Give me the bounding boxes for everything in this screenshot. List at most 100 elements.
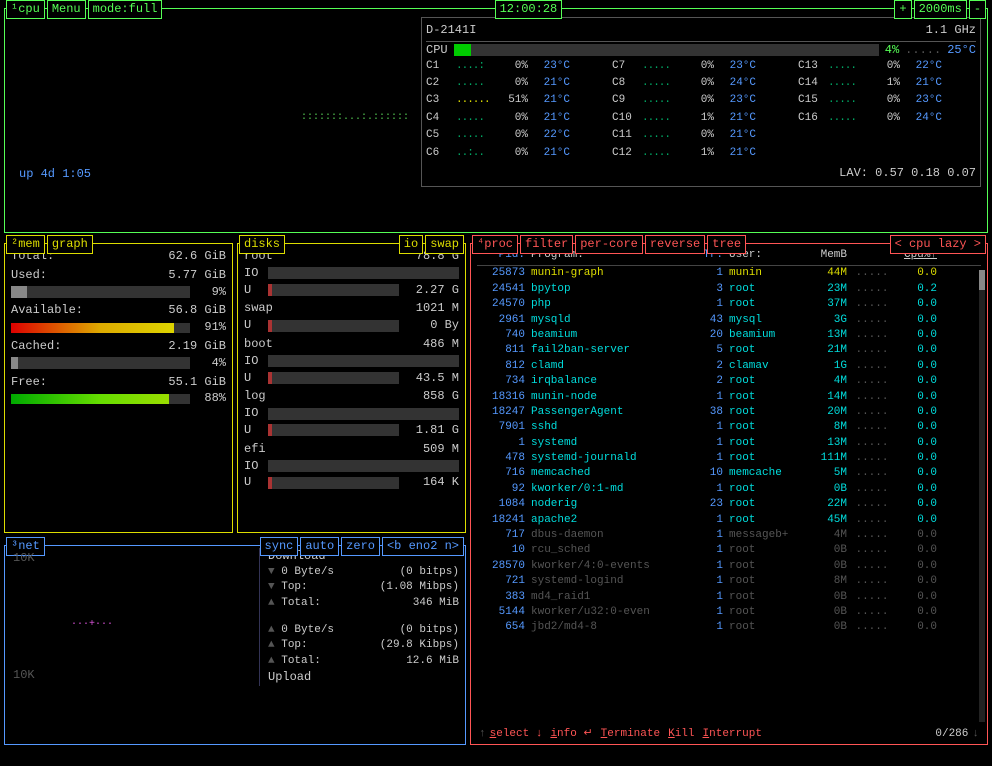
uptime: up 4d 1:05 [19,166,91,183]
process-row[interactable]: 7901sshd1root8M.....0.0 [477,420,981,435]
process-row[interactable]: 654jbd2/md4-81root0B.....0.0 [477,620,981,635]
core-row: C3......51%21°C [426,93,604,108]
process-row[interactable]: 18316munin-node1root14M.....0.0 [477,390,981,405]
interrupt-btn[interactable]: Interrupt [699,727,766,742]
net-iface[interactable]: <b eno2 n> [382,537,464,556]
proc-scrollbar[interactable] [979,270,985,722]
core-row: C2.....0%21°C [426,76,604,91]
interval-plus[interactable]: + [894,0,911,19]
core-row: C6..:..0%21°C [426,146,604,161]
core-row: C14.....1%21°C [798,76,976,91]
process-row[interactable]: 24541bpytop3root23M.....0.2 [477,282,981,297]
reverse-btn[interactable]: reverse [645,235,705,254]
mem-avail-label: Available: [11,302,83,319]
disk-row: swap1021 M [244,300,459,317]
core-row: C13.....0%22°C [798,59,976,74]
io-btn[interactable]: io [399,235,423,254]
process-row[interactable]: 740beamium20beamium13M.....0.0 [477,328,981,343]
net-sparkline: ···+··· [71,618,113,632]
mem-tab[interactable]: ²mem [6,235,45,254]
disk-row: boot486 M [244,336,459,353]
tree-btn[interactable]: tree [707,235,746,254]
process-row[interactable]: 92kworker/0:1-md1root0B.....0.0 [477,482,981,497]
mem-avail-val: 56.8 GiB [168,302,226,319]
process-row[interactable]: 5144kworker/u32:0-even1root0B.....0.0 [477,605,981,620]
disk-row: U0 By [244,317,459,334]
net-panel: ³net sync auto zero <b eno2 n> 10K ···+·… [4,545,466,745]
filter-btn[interactable]: filter [520,235,573,254]
net-scale-bot: 10K [13,667,35,684]
net-auto-btn[interactable]: auto [300,537,339,556]
swap-btn[interactable]: swap [425,235,464,254]
core-row: C15.....0%23°C [798,93,976,108]
process-row[interactable]: 24570php1root37M.....0.0 [477,297,981,312]
dl-top: (1.08 Mibps) [380,580,459,595]
cpu-panel: ¹cpu Menu mode:full 12:00:28 + 2000ms - … [4,8,988,233]
mem-graph-btn[interactable]: graph [47,235,93,254]
disk-row: U2.27 G [244,282,459,299]
disk-row: IO [244,458,459,475]
interval-minus[interactable]: - [969,0,986,19]
process-row[interactable]: 717dbus-daemon1messageb+4M.....0.0 [477,528,981,543]
core-row [798,146,976,161]
disks-tab[interactable]: disks [239,235,285,254]
disk-row: U1.81 G [244,422,459,439]
sort-btn[interactable]: < cpu lazy > [890,235,986,254]
process-row[interactable]: 18247PassengerAgent38root20M.....0.0 [477,405,981,420]
core-row: C10.....1%21°C [612,111,790,126]
mem-used-pct: 9% [190,284,226,301]
core-row: C11.....0%21°C [612,128,790,143]
core-row: C4.....0%21°C [426,111,604,126]
process-row[interactable]: 28570kworker/4:0-events1root0B.....0.0 [477,559,981,574]
process-row[interactable]: 1systemd1root13M.....0.0 [477,436,981,451]
ul-rate-bits: (0 bitps) [400,623,459,638]
core-row: C16.....0%24°C [798,111,976,126]
mem-free-pct: 88% [190,390,226,407]
mem-cached-pct: 4% [190,355,226,372]
cpu-total-pct: 4% [885,42,899,59]
process-row[interactable]: 383md4_raid11root0B.....0.0 [477,590,981,605]
process-row[interactable]: 478systemd-journald1root111M.....0.0 [477,451,981,466]
info-btn[interactable]: info ↵ [546,727,596,742]
mem-used-val: 5.77 GiB [168,267,226,284]
process-row[interactable]: 18241apache21root45M.....0.0 [477,513,981,528]
clock: 12:00:28 [495,0,563,19]
percore-btn[interactable]: per-core [575,235,643,254]
core-grid: C1....:0%23°CC7.....0%23°CC13.....0%22°C… [426,59,976,161]
terminate-btn[interactable]: Terminate [597,727,664,742]
disk-row: U43.5 M [244,370,459,387]
process-row[interactable]: 811fail2ban-server5root21M.....0.0 [477,343,981,358]
process-row[interactable]: 25873munin-graph1munin44M.....0.0 [477,266,981,281]
disk-row: IO [244,353,459,370]
mem-free-val: 55.1 GiB [168,374,226,391]
disk-row: IO [244,265,459,282]
process-row[interactable]: 1084noderig23root22M.....0.0 [477,497,981,512]
net-zero-btn[interactable]: zero [341,537,380,556]
proc-panel: ⁴proc filter per-core reverse tree < cpu… [470,243,988,745]
net-sync-btn[interactable]: sync [260,537,299,556]
disk-row: efi509 M [244,441,459,458]
load-avg: LAV: 0.57 0.18 0.07 [839,165,976,182]
disk-row: IO [244,405,459,422]
cpu-freq: 1.1 GHz [926,22,976,39]
proc-position: 0/286 [935,727,968,742]
mem-panel: ²mem graph Total:62.6 GiB Used:5.77 GiB … [4,243,233,533]
kill-btn[interactable]: Kill [664,727,698,742]
process-row[interactable]: 10rcu_sched1root0B.....0.0 [477,543,981,558]
cpu-detail-box: D-2141I 1.1 GHz CPU 4% ..... 25°C C1....… [421,17,981,187]
process-row[interactable]: 812clamd2clamav1G.....0.0 [477,359,981,374]
interval: 2000ms [914,0,967,19]
proc-tab[interactable]: ⁴proc [472,235,518,254]
dl-rate: 0 Byte/s [281,566,334,578]
cpu-model: D-2141I [426,22,476,39]
dl-total: 346 MiB [413,596,459,611]
upload-label: Upload [268,669,459,686]
process-row[interactable]: 716memcached10memcache5M.....0.0 [477,466,981,481]
core-row: C8.....0%24°C [612,76,790,91]
process-row[interactable]: 721systemd-logind1root8M.....0.0 [477,574,981,589]
process-list[interactable]: 25873munin-graph1munin44M.....0.024541bp… [477,266,981,635]
process-row[interactable]: 2961mysqld43mysql3G.....0.0 [477,313,981,328]
process-row[interactable]: 734irqbalance2root4M.....0.0 [477,374,981,389]
core-row: C7.....0%23°C [612,59,790,74]
select-btn[interactable]: sselect ↓elect ↓ [486,727,547,742]
